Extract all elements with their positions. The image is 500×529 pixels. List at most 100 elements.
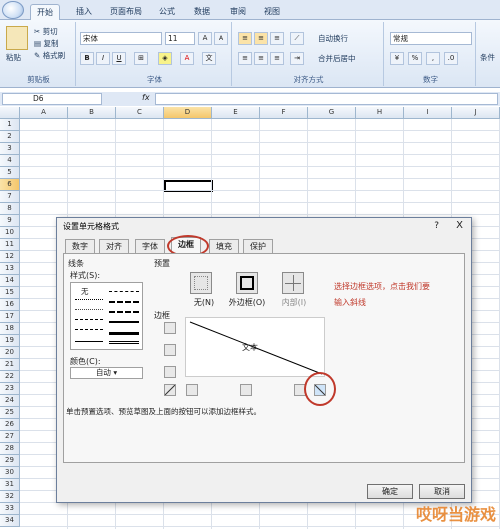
underline-button[interactable]: U [112, 52, 126, 65]
name-box[interactable]: D6 [2, 93, 102, 105]
tab-number[interactable]: 数字 [65, 239, 95, 254]
orientation-button[interactable]: ⟋ [290, 32, 304, 45]
line-style-hair[interactable] [75, 309, 103, 310]
tab-formulas[interactable]: 公式 [153, 4, 181, 20]
row-header-11[interactable]: 11 [0, 239, 20, 251]
row-header-15[interactable]: 15 [0, 287, 20, 299]
row-header-33[interactable]: 33 [0, 503, 20, 515]
row-header-5[interactable]: 5 [0, 167, 20, 179]
preset-inside-button[interactable] [282, 272, 304, 294]
close-button[interactable]: X [456, 220, 463, 231]
paste-icon[interactable] [6, 26, 28, 50]
fill-color-button[interactable]: ◈ [158, 52, 172, 65]
align-top-button[interactable]: ≡ [238, 32, 252, 45]
row-header-19[interactable]: 19 [0, 335, 20, 347]
fx-icon[interactable]: fx [142, 93, 150, 102]
border-preview[interactable]: 文本 [185, 317, 325, 377]
align-center-button[interactable]: ≡ [254, 52, 268, 65]
line-style-medium-dash[interactable] [109, 291, 139, 292]
row-header-14[interactable]: 14 [0, 275, 20, 287]
preset-none-button[interactable] [190, 272, 212, 294]
number-format-select[interactable]: 常规 [390, 32, 472, 45]
line-style-thin[interactable] [75, 341, 103, 342]
column-header-c[interactable]: C [116, 107, 164, 119]
column-header-b[interactable]: B [68, 107, 116, 119]
row-header-1[interactable]: 1 [0, 119, 20, 131]
merge-center-button[interactable]: 合并后居中 [318, 53, 356, 64]
row-header-24[interactable]: 24 [0, 395, 20, 407]
column-header-f[interactable]: F [260, 107, 308, 119]
shrink-font-button[interactable]: A [214, 32, 228, 45]
row-header-23[interactable]: 23 [0, 383, 20, 395]
row-header-21[interactable]: 21 [0, 359, 20, 371]
border-bottom-button[interactable] [164, 366, 176, 378]
tab-review[interactable]: 审阅 [224, 4, 252, 20]
column-header-j[interactable]: J [452, 107, 500, 119]
border-diagonal-up-button[interactable] [164, 384, 176, 396]
align-left-button[interactable]: ≡ [238, 52, 252, 65]
format-painter-button[interactable]: ✎ 格式刷 [34, 50, 65, 61]
border-center-button[interactable] [240, 384, 252, 396]
line-style-slant[interactable] [109, 311, 139, 313]
row-header-13[interactable]: 13 [0, 263, 20, 275]
increase-decimal-button[interactable]: .0 [444, 52, 458, 65]
formula-input[interactable] [155, 93, 498, 105]
font-size-select[interactable]: 11 [165, 32, 195, 45]
row-header-9[interactable]: 9 [0, 215, 20, 227]
row-header-2[interactable]: 2 [0, 131, 20, 143]
line-style-dash[interactable] [75, 329, 103, 330]
line-color-select[interactable]: 自动 ▾ [70, 367, 143, 379]
column-header-h[interactable]: H [356, 107, 404, 119]
tab-alignment[interactable]: 对齐 [99, 239, 129, 254]
line-style-none[interactable]: 无 [81, 286, 89, 297]
column-header-g[interactable]: G [308, 107, 356, 119]
row-header-27[interactable]: 27 [0, 431, 20, 443]
column-header-e[interactable]: E [212, 107, 260, 119]
row-header-10[interactable]: 10 [0, 227, 20, 239]
row-header-25[interactable]: 25 [0, 407, 20, 419]
row-header-22[interactable]: 22 [0, 371, 20, 383]
row-header-32[interactable]: 32 [0, 491, 20, 503]
borders-button[interactable]: ⊞ [134, 52, 148, 65]
align-bottom-button[interactable]: ≡ [270, 32, 284, 45]
tab-insert[interactable]: 插入 [70, 4, 98, 20]
column-header-a[interactable]: A [20, 107, 68, 119]
align-middle-button[interactable]: ≡ [254, 32, 268, 45]
tab-view[interactable]: 视图 [258, 4, 286, 20]
row-header-3[interactable]: 3 [0, 143, 20, 155]
tab-fill[interactable]: 填充 [209, 239, 239, 254]
line-style-medium[interactable] [109, 321, 139, 323]
row-header-31[interactable]: 31 [0, 479, 20, 491]
indent-button[interactable]: ⇥ [290, 52, 304, 65]
row-header-7[interactable]: 7 [0, 191, 20, 203]
ok-button[interactable]: 确定 [367, 484, 413, 499]
copy-button[interactable]: ▤ 复制 [34, 38, 58, 49]
tab-home[interactable]: 开始 [30, 4, 60, 20]
line-style-medium-dashdot[interactable] [109, 301, 139, 303]
bold-button[interactable]: B [80, 52, 94, 65]
italic-button[interactable]: I [96, 52, 110, 65]
row-header-29[interactable]: 29 [0, 455, 20, 467]
office-button[interactable] [2, 1, 24, 19]
row-header-16[interactable]: 16 [0, 299, 20, 311]
row-header-6[interactable]: 6 [0, 179, 20, 191]
column-header-i[interactable]: I [404, 107, 452, 119]
row-header-30[interactable]: 30 [0, 467, 20, 479]
row-header-8[interactable]: 8 [0, 203, 20, 215]
line-style-thick[interactable] [109, 332, 139, 335]
paste-button[interactable]: 粘贴 [6, 52, 21, 63]
help-button[interactable]: ? [434, 221, 439, 231]
currency-button[interactable]: ¥ [390, 52, 404, 65]
align-right-button[interactable]: ≡ [270, 52, 284, 65]
line-style-list[interactable]: 无 [70, 282, 143, 350]
line-style-dash-dot[interactable] [75, 319, 103, 320]
preset-outline-button[interactable] [236, 272, 258, 294]
cut-button[interactable]: ✂ 剪切 [34, 26, 58, 37]
row-header-17[interactable]: 17 [0, 311, 20, 323]
grow-font-button[interactable]: A [198, 32, 212, 45]
column-header-d[interactable]: D [164, 107, 212, 119]
line-style-double[interactable] [109, 341, 139, 344]
row-header-28[interactable]: 28 [0, 443, 20, 455]
border-left-button[interactable] [186, 384, 198, 396]
border-middle-button[interactable] [164, 344, 176, 356]
